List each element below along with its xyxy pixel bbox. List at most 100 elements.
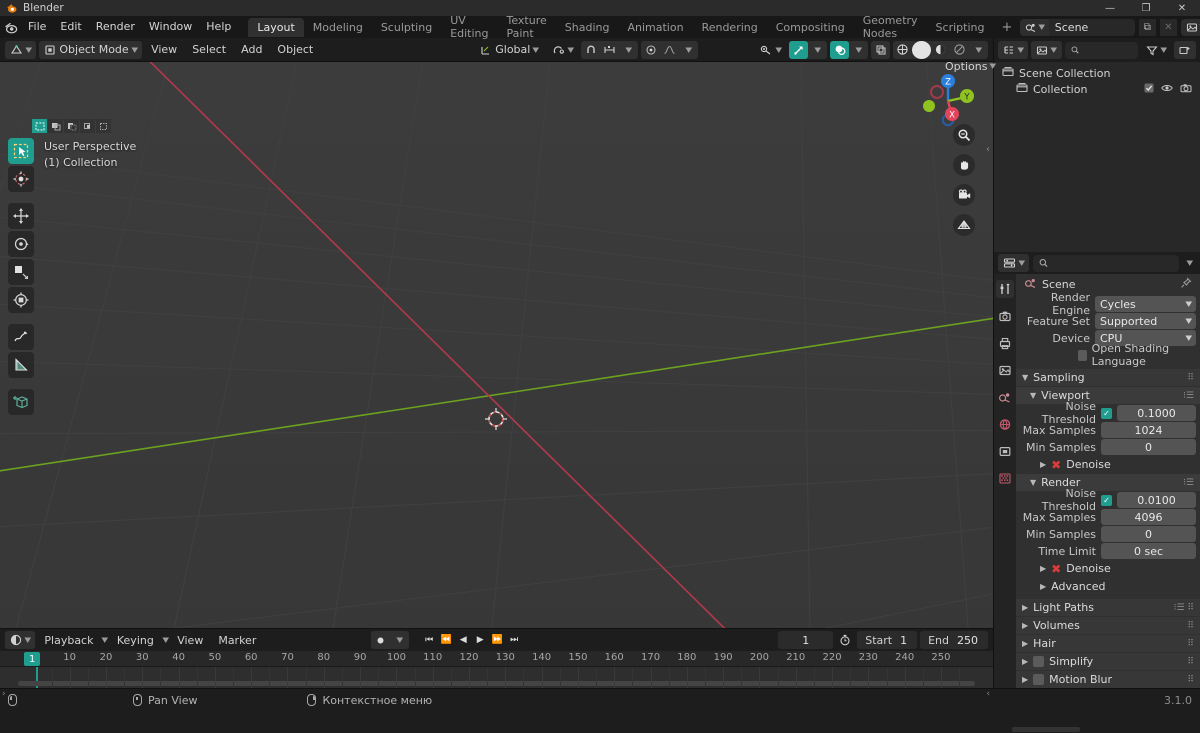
falloff-dropdown[interactable]: ▼ <box>679 41 698 59</box>
tool-tweak[interactable] <box>8 138 34 164</box>
viewport-max-samples-field[interactable]: 1024 <box>1101 422 1196 438</box>
filter-icon[interactable]: ▼ <box>1141 41 1171 59</box>
maximize-button[interactable]: ❐ <box>1128 0 1164 16</box>
viewport-sidebar-toggle[interactable]: ‹ <box>986 144 990 155</box>
outliner-row-scene-collection[interactable]: Scene Collection <box>994 65 1200 81</box>
grip-dots[interactable]: ⠿ <box>1187 639 1200 649</box>
motion-blur-checkbox[interactable] <box>1033 674 1045 685</box>
new-scene-button[interactable]: ⧉ <box>1138 18 1156 36</box>
select-subtract-icon[interactable] <box>64 119 79 133</box>
snap-increment-icon[interactable] <box>600 41 619 59</box>
properties-options-chevron[interactable]: ▼ <box>1181 259 1198 267</box>
simplify-checkbox[interactable] <box>1033 656 1045 667</box>
overlay-dropdown[interactable]: ▼ <box>849 41 868 59</box>
play-button[interactable]: ▶ <box>472 631 488 649</box>
timeline-body[interactable]: › ‹ <box>0 667 993 699</box>
tool-rotate[interactable] <box>8 231 34 257</box>
viewport-menu-add[interactable]: Add <box>235 41 268 58</box>
tab-view-layer[interactable] <box>996 361 1014 379</box>
outliner-editor-type[interactable]: ▼ <box>998 41 1029 59</box>
tool-transform[interactable] <box>8 287 34 313</box>
timeline-menu-playback[interactable]: Playback <box>38 632 99 649</box>
rendered-shading-icon[interactable] <box>950 41 969 59</box>
grip-dots[interactable]: ⠿ <box>1187 621 1200 631</box>
outliner-row-collection[interactable]: Collection <box>994 81 1200 97</box>
snap-target-selector[interactable]: ▼ <box>547 41 578 59</box>
gizmo-dropdown[interactable]: ▼ <box>808 41 827 59</box>
osl-checkbox[interactable] <box>1078 349 1087 361</box>
tab-animation[interactable]: Animation <box>618 18 692 37</box>
timeline-menu-keying[interactable]: Keying <box>111 632 160 649</box>
tool-add-cube[interactable] <box>8 389 34 415</box>
new-collection-icon[interactable] <box>1174 41 1196 59</box>
viewport-options-button[interactable]: Options ▼ <box>940 57 1001 75</box>
tab-compositing[interactable]: Compositing <box>767 18 854 37</box>
frame-range-start[interactable]: Start 1 <box>857 631 918 649</box>
jump-to-start-button[interactable]: ⏮ <box>421 631 437 649</box>
tab-object[interactable] <box>996 442 1014 460</box>
viewport-menu-object[interactable]: Object <box>271 41 319 58</box>
auto-keying-icon[interactable] <box>371 631 390 649</box>
outliner-search-box[interactable] <box>1064 41 1138 59</box>
render-denoise-header[interactable]: ▶ ✖ Denoise <box>1016 560 1200 577</box>
properties-search-input[interactable] <box>1052 257 1179 269</box>
zoom-icon[interactable] <box>953 124 975 146</box>
jump-next-keyframe-button[interactable]: ⏩ <box>489 631 505 649</box>
close-button[interactable]: ✕ <box>1164 0 1200 16</box>
transform-orientation-selector[interactable]: Global ▼ <box>475 41 543 59</box>
viewlayer-selector[interactable]: ▼ ViewLayer <box>1180 18 1200 36</box>
properties-search-box[interactable] <box>1033 254 1179 272</box>
show-gizmo-icon[interactable] <box>789 40 808 59</box>
tab-output[interactable] <box>996 334 1014 352</box>
navigation-gizmo[interactable]: Z Y X <box>917 70 979 132</box>
shading-dropdown[interactable]: ▼ <box>969 41 988 59</box>
falloff-curve-icon[interactable] <box>660 41 679 59</box>
playhead-indicator[interactable]: 1 <box>24 652 41 666</box>
tab-tool[interactable] <box>996 280 1014 298</box>
select-difference-icon[interactable] <box>96 119 111 133</box>
outliner-display-mode[interactable]: ▼ <box>1031 41 1062 59</box>
pin-icon[interactable] <box>1180 277 1192 292</box>
material-preview-icon[interactable] <box>931 41 950 59</box>
volumes-panel-header[interactable]: ▶ Volumes ⠿ <box>1016 617 1200 634</box>
tab-uv-editing[interactable]: UV Editing <box>441 11 497 43</box>
select-intersect-icon[interactable] <box>80 119 95 133</box>
viewport-menu-select[interactable]: Select <box>186 41 232 58</box>
blender-menu-icon[interactable] <box>4 18 19 36</box>
auto-keying-dropdown[interactable]: ▼ <box>390 631 409 649</box>
menu-render[interactable]: Render <box>89 18 142 36</box>
outliner-search-input[interactable] <box>1082 44 1138 56</box>
statusbar-drag-handle[interactable] <box>1012 727 1080 732</box>
denoise-disabled-icon[interactable]: ✖ <box>1051 563 1061 575</box>
tab-geometry-nodes[interactable]: Geometry Nodes <box>854 11 927 43</box>
timeline-menu-marker[interactable]: Marker <box>212 632 262 649</box>
editor-type-selector[interactable]: ▼ <box>5 40 37 59</box>
unlink-scene-button[interactable]: ✕ <box>1159 18 1177 36</box>
properties-editor-type[interactable]: ▼ <box>998 254 1030 272</box>
grid-icon[interactable] <box>953 214 975 236</box>
preset-list-icon[interactable]: ⁝☰ <box>1183 391 1200 401</box>
tab-scene[interactable] <box>996 388 1014 406</box>
viewport-denoise-header[interactable]: ▶ ✖ Denoise <box>1016 456 1200 473</box>
tool-scale[interactable] <box>8 259 34 285</box>
tab-sculpting[interactable]: Sculpting <box>372 18 441 37</box>
preset-list-icon[interactable]: ⁝☰ ⠿ <box>1174 603 1200 613</box>
motion-blur-panel-header[interactable]: ▶ Motion Blur ⠿ <box>1016 671 1200 688</box>
tab-shading[interactable]: Shading <box>556 18 619 37</box>
viewport-min-samples-field[interactable]: 0 <box>1101 439 1196 455</box>
select-extend-icon[interactable] <box>48 119 63 133</box>
grip-dots[interactable]: ⠿ <box>1187 675 1200 685</box>
render-max-samples-field[interactable]: 4096 <box>1101 509 1196 525</box>
tab-world[interactable] <box>996 415 1014 433</box>
tab-scripting[interactable]: Scripting <box>927 18 994 37</box>
tool-measure[interactable] <box>8 352 34 378</box>
scene-selector[interactable]: ▼ Scene <box>1020 18 1135 36</box>
wireframe-shading-icon[interactable] <box>893 41 912 59</box>
tab-texture[interactable] <box>996 469 1014 487</box>
exclude-checkbox[interactable] <box>1144 83 1154 96</box>
visibility-selector[interactable]: ▼ <box>754 41 786 59</box>
menu-edit[interactable]: Edit <box>53 18 88 36</box>
camera-icon[interactable] <box>953 184 975 206</box>
simplify-panel-header[interactable]: ▶ Simplify ⠿ <box>1016 653 1200 670</box>
proportional-editing-icon[interactable] <box>641 41 660 59</box>
